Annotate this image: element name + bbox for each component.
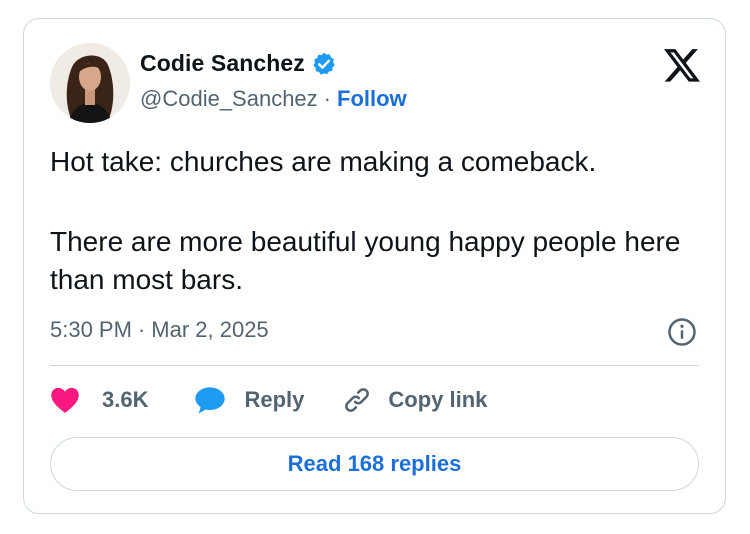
like-count: 3.6K [102,387,149,412]
tweet-date: Mar 2, 2025 [151,317,269,342]
author-handle[interactable]: @Codie_Sanchez [140,86,318,112]
follow-link[interactable]: Follow [337,86,407,112]
author-name[interactable]: Codie Sanchez [140,50,305,77]
tweet-paragraph: There are more beautiful young happy peo… [50,226,681,295]
avatar-image [50,43,130,123]
tweet-paragraph: Hot take: churches are making a comeback… [50,146,597,177]
copy-link-button[interactable]: Copy link [342,385,487,415]
tweet-time: 5:30 PM [50,317,132,342]
action-bar: 3.6K Reply Copy link [50,385,487,415]
link-icon [345,388,370,412]
read-replies-button[interactable]: Read 168 replies [50,437,699,491]
handle-separator: · [323,86,331,111]
verified-badge-icon [313,52,335,75]
reply-button[interactable]: Reply [194,385,304,415]
tweet-card: Codie Sanchez @Codie_Sanchez · Follow Ho… [23,18,726,514]
date-separator: · [137,317,146,342]
like-button[interactable]: 3.6K [50,386,148,414]
tweet-text: Hot take: churches are making a comeback… [50,143,710,299]
reply-label: Reply [244,387,305,412]
tweet-timestamp[interactable]: 5:30 PM · Mar 2, 2025 [50,317,269,343]
info-icon[interactable] [667,317,697,347]
reply-bubble-icon [195,387,226,414]
avatar[interactable] [50,43,130,123]
x-logo-icon[interactable] [661,45,703,85]
copy-link-label: Copy link [388,387,488,412]
heart-icon [51,387,79,413]
divider [50,365,699,366]
author-block: Codie Sanchez @Codie_Sanchez · Follow [140,50,407,112]
